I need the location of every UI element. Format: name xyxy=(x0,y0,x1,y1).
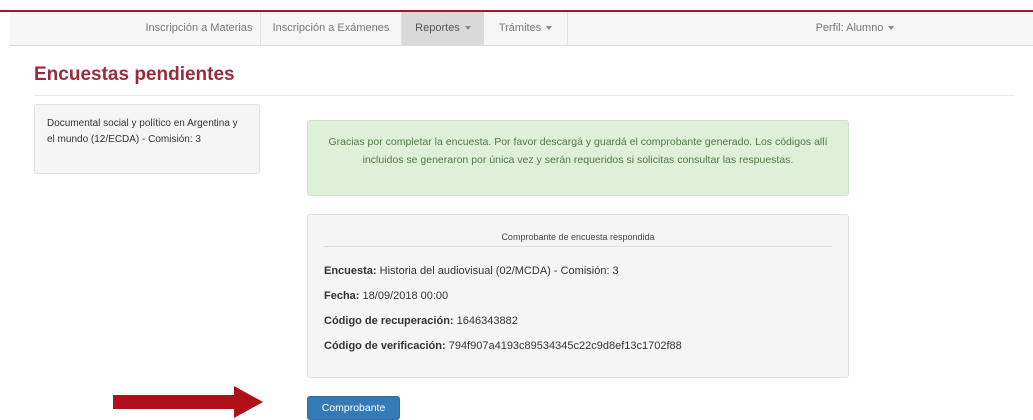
comprobante-button-label: Comprobante xyxy=(321,402,386,414)
success-alert: Gracias por completar la encuesta. Por f… xyxy=(307,120,849,196)
nav-reportes-label: Reportes xyxy=(415,22,460,34)
title-divider xyxy=(34,95,1015,96)
page-title: Encuestas pendientes xyxy=(34,64,235,85)
caret-down-icon xyxy=(888,26,895,31)
success-alert-text: Gracias por completar la encuesta. Por f… xyxy=(328,136,828,166)
nav-inscripcion-materias-label: Inscripción a Materias xyxy=(145,22,253,34)
red-arrow-icon xyxy=(113,386,263,418)
nav-inscripcion-materias[interactable]: Inscripción a Materias xyxy=(138,12,261,45)
pending-survey-item[interactable]: Documental social y político en Argentin… xyxy=(34,104,260,174)
receipt-field-value: 18/09/2018 00:00 xyxy=(362,290,449,302)
receipt-field-value: 1646343882 xyxy=(456,315,518,327)
receipt-divider xyxy=(324,246,832,247)
survey-receipt: Comprobante de encuesta respondida Encue… xyxy=(307,214,849,378)
receipt-field-verificacion: Código de verificación: 794f907a4193c895… xyxy=(324,340,682,352)
nav-profile-dropdown[interactable]: Perfil: Alumno xyxy=(810,12,900,45)
receipt-field-encuesta: Encuesta: Historia del audiovisual (02/M… xyxy=(324,265,619,277)
nav-inscripcion-examenes-label: Inscripción a Exámenes xyxy=(272,22,390,34)
receipt-field-label: Fecha: xyxy=(324,290,360,302)
top-navbar: Inscripción a Materias Inscripción a Exá… xyxy=(10,12,1033,46)
receipt-header: Comprobante de encuesta respondida xyxy=(501,232,655,242)
nav-inscripcion-examenes[interactable]: Inscripción a Exámenes xyxy=(261,12,402,45)
receipt-field-label: Código de recuperación: xyxy=(324,315,454,327)
nav-reportes-dropdown[interactable]: Reportes xyxy=(402,12,484,45)
comprobante-button[interactable]: Comprobante xyxy=(307,396,400,420)
nav-profile-label: Perfil: Alumno xyxy=(815,22,884,34)
pending-survey-text: Documental social y político en Argentin… xyxy=(47,118,238,145)
receipt-field-label: Código de verificación: xyxy=(324,340,446,352)
caret-down-icon xyxy=(546,26,553,31)
receipt-field-value: 794f907a4193c89534345c22c9d8ef13c1702f88 xyxy=(448,340,682,352)
receipt-field-value: Historia del audiovisual (02/MCDA) - Com… xyxy=(379,265,619,277)
nav-tramites-label: Trámites xyxy=(498,22,542,34)
nav-tramites-dropdown[interactable]: Trámites xyxy=(484,12,568,45)
receipt-field-label: Encuesta: xyxy=(324,265,377,277)
receipt-field-recuperacion: Código de recuperación: 1646343882 xyxy=(324,315,518,327)
caret-down-icon xyxy=(464,26,471,31)
receipt-field-fecha: Fecha: 18/09/2018 00:00 xyxy=(324,290,448,302)
